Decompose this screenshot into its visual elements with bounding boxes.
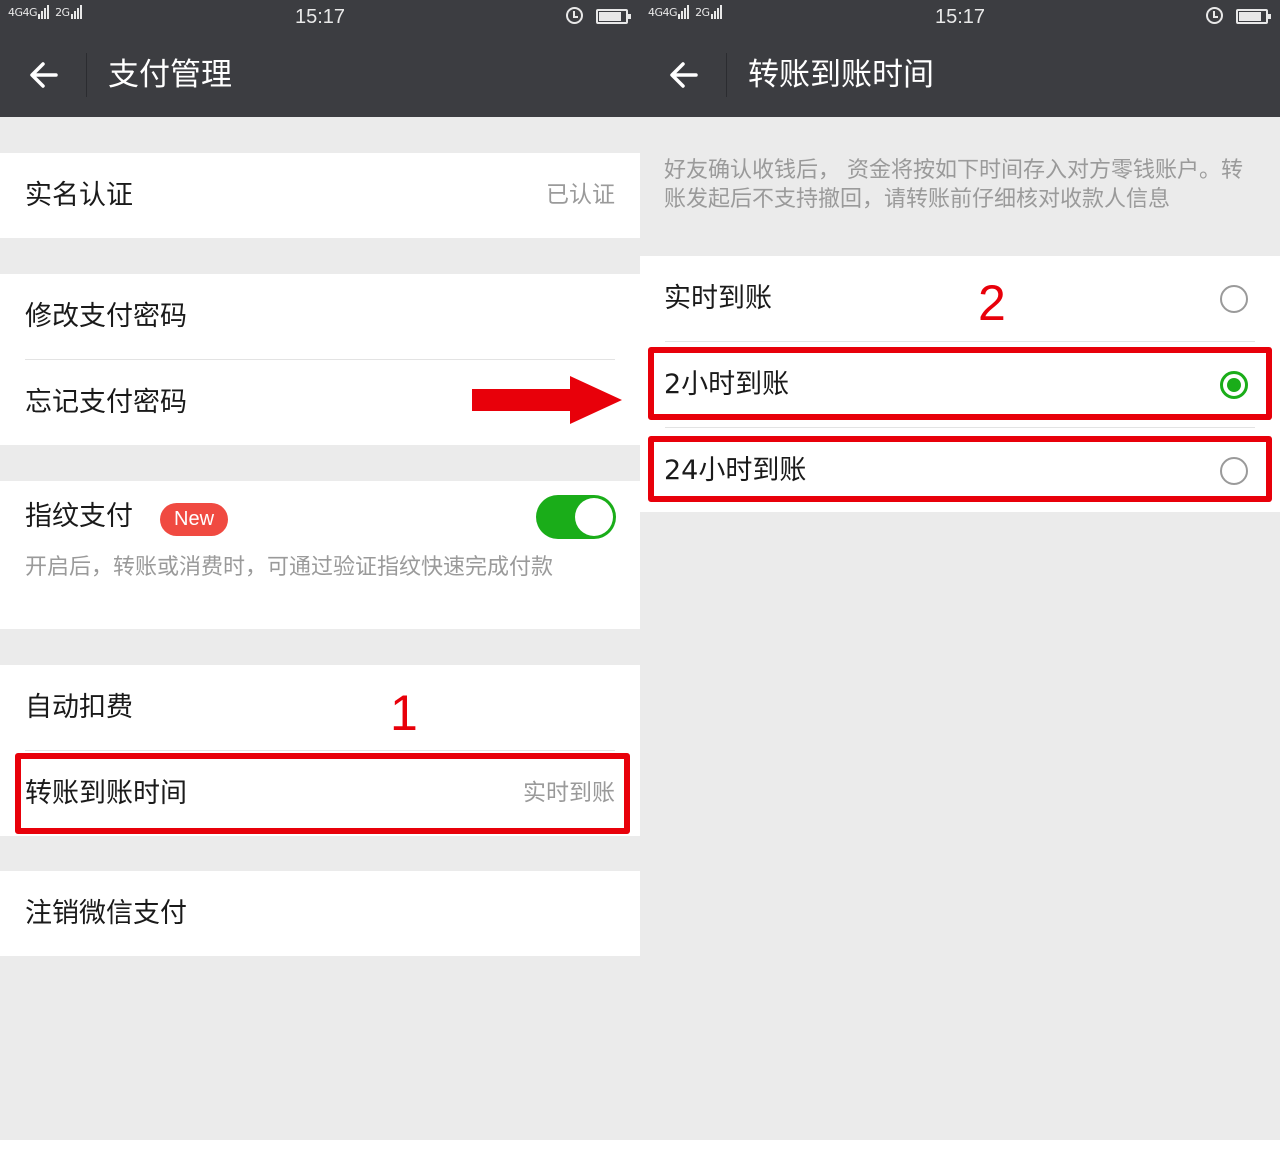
option-label: 实时到账 [664,283,772,314]
change-password-label: 修改支付密码 [25,301,187,332]
real-name-auth-row[interactable]: 实名认证 已认证 [0,153,640,238]
group-fingerprint: 指纹支付 New 开启后，转账或消费时，可通过验证指纹快速完成付款 [0,481,640,629]
fingerprint-pay-label: 指纹支付 [25,501,133,532]
group-cancel: 注销微信支付 [0,871,640,956]
auto-deduct-label: 自动扣费 [25,692,133,723]
change-password-row[interactable]: 修改支付密码 [0,274,640,359]
nav-divider [726,53,727,97]
battery-icon [596,9,631,24]
status-time: 15:17 [294,6,346,28]
real-name-auth-status: 已认证 [546,182,615,208]
real-name-auth-label: 实名认证 [25,180,133,211]
annotation-number-2: 2 [978,275,1006,331]
page-title: 转账到账时间 [748,57,934,93]
status-bar: 4G4G 2G 15:17 [0,0,640,33]
annotation-highlight-box [648,436,1272,502]
battery-icon [1236,9,1271,24]
transfer-time-description: 好友确认收钱后， 资金将按如下时间存入对方零钱账户。转账发起后不支持撤回，请转账… [664,158,1243,212]
back-arrow-icon[interactable] [24,55,64,95]
transfer-time-screen: 4G4G 2G 15:17 转账到账时间 好友确认收钱后， 资金将按如下时间存入对… [640,0,1280,1140]
group-identity: 实名认证 已认证 [0,153,640,238]
fingerprint-pay-row: 指纹支付 New [0,481,640,553]
payment-management-screen: 4G4G 2G 15:17 支付管理 实名认证 已认证 修改支付密码 忘记支付密码… [0,0,640,1140]
cancel-wechat-pay-label: 注销微信支付 [25,898,187,929]
annotation-highlight-box [648,347,1272,420]
page-title: 支付管理 [108,57,232,93]
option-realtime[interactable]: 实时到账 [640,256,1280,341]
status-bar: 4G4G 2G 15:17 [640,0,1280,33]
nav-bar: 支付管理 [0,33,640,117]
nav-divider [86,53,87,97]
fingerprint-description: 开启后，转账或消费时，可通过验证指纹快速完成付款 [25,555,554,580]
new-badge: New [160,503,229,536]
status-time: 15:17 [934,6,986,28]
nav-bar: 转账到账时间 [640,33,1280,117]
alarm-clock-icon [1206,7,1223,24]
fingerprint-toggle[interactable] [536,495,616,539]
back-arrow-icon[interactable] [664,55,704,95]
radio-unchecked-icon[interactable] [1220,285,1248,313]
cancel-wechat-pay-row[interactable]: 注销微信支付 [0,871,640,956]
toggle-knob [575,498,613,536]
annotation-highlight-box [15,753,630,834]
forgot-password-label: 忘记支付密码 [25,387,187,418]
annotation-number-1: 1 [390,685,418,741]
alarm-clock-icon [566,7,583,24]
auto-deduct-row[interactable]: 自动扣费 [0,665,640,750]
arrow-right-icon [472,376,622,424]
